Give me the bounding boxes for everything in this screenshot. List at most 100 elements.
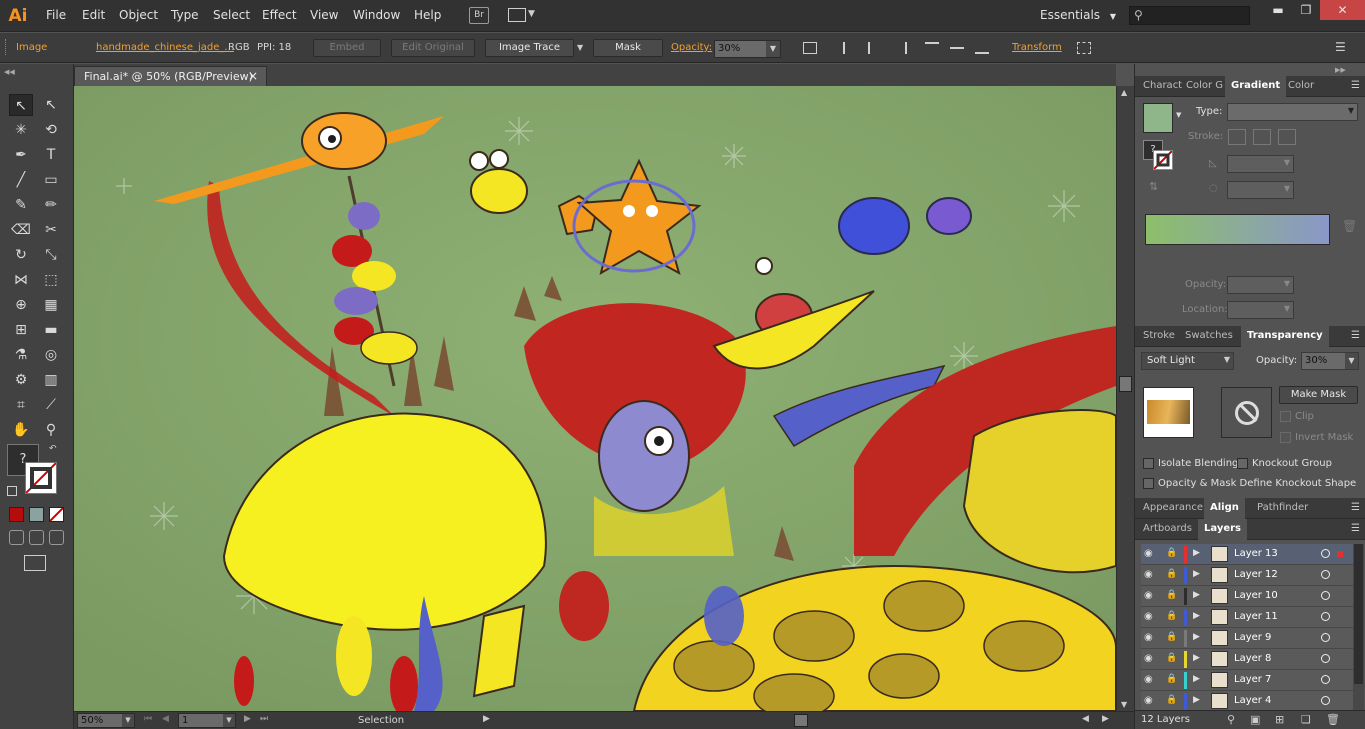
align-center-icon[interactable] <box>868 42 876 54</box>
stroke-swatch[interactable] <box>25 462 57 494</box>
type-tool[interactable]: T <box>39 144 63 166</box>
panel-menu-icon[interactable]: ☰ <box>1335 40 1346 54</box>
rotate-tool[interactable]: ↻ <box>9 244 33 266</box>
aspect-ratio-field[interactable]: ▼ <box>1227 181 1294 199</box>
layer-row[interactable]: ◉ 🔒 ▶ Layer 11 <box>1141 607 1353 628</box>
tab-layers[interactable]: Layers <box>1198 519 1247 540</box>
draw-inside-icon[interactable] <box>49 530 64 545</box>
align-middle-icon[interactable] <box>950 47 964 53</box>
layers-scrollbar[interactable] <box>1353 544 1364 712</box>
eye-icon[interactable]: ◉ <box>1144 695 1153 706</box>
align-right-icon[interactable] <box>893 42 907 54</box>
opacity-label[interactable]: Opacity: <box>671 42 712 53</box>
paintbrush-tool[interactable]: ✎ <box>9 194 33 216</box>
symbol-sprayer-tool[interactable]: ⚙ <box>9 369 33 391</box>
layer-row[interactable]: ◉ 🔒 ▶ Layer 9 <box>1141 628 1353 649</box>
screen-mode-icon[interactable] <box>24 555 46 571</box>
reverse-gradient-icon[interactable]: ⇅ <box>1149 180 1158 193</box>
arrange-documents-icon[interactable] <box>508 8 526 22</box>
eye-icon[interactable]: ◉ <box>1144 548 1153 559</box>
layer-row[interactable]: ◉ 🔒 ▶ Layer 8 <box>1141 649 1353 670</box>
direct-selection-tool[interactable]: ↖ <box>39 94 63 116</box>
default-colors-icon[interactable] <box>7 486 17 496</box>
expand-triangle-icon[interactable]: ▶ <box>1193 653 1200 663</box>
expand-triangle-icon[interactable]: ▶ <box>1193 632 1200 642</box>
expand-triangle-icon[interactable]: ▶ <box>1193 569 1200 579</box>
menu-effect[interactable]: Effect <box>262 8 297 22</box>
mask-button[interactable]: Mask <box>593 39 663 57</box>
mask-thumbnail[interactable] <box>1221 387 1272 438</box>
blend-tool[interactable]: ◎ <box>39 344 63 366</box>
tab-artboards[interactable]: Artboards <box>1137 519 1198 540</box>
stroke-along-icon[interactable] <box>1253 129 1271 145</box>
color-mode-none-button[interactable] <box>49 507 64 522</box>
scroll-up-icon[interactable]: ▲ <box>1121 88 1127 97</box>
maximize-button[interactable]: ❐ <box>1289 0 1323 20</box>
dock-collapse-icon[interactable]: ▶▶ <box>1335 66 1346 74</box>
scale-tool[interactable]: ⤡ <box>39 244 63 266</box>
zoom-field[interactable]: 50% ▼ <box>77 713 135 728</box>
target-circle-icon[interactable] <box>1321 654 1330 663</box>
fill-stroke-widget[interactable]: ? ↶ <box>7 444 63 500</box>
scroll-right-icon[interactable]: ▶ <box>1102 714 1109 724</box>
artboard-tool[interactable]: ⌗ <box>9 394 33 416</box>
blend-mode-select[interactable]: Soft Light ▼ <box>1141 352 1234 370</box>
target-circle-icon[interactable] <box>1321 549 1330 558</box>
menu-select[interactable]: Select <box>213 8 250 22</box>
scissors-tool[interactable]: ✂ <box>39 219 63 241</box>
tab-transparency[interactable]: Transparency <box>1241 326 1329 347</box>
transparency-opacity-field[interactable]: 30% ▼ <box>1301 352 1359 370</box>
pen-tool[interactable]: ✒ <box>9 144 33 166</box>
rectangle-tool[interactable]: ▭ <box>39 169 63 191</box>
panel-menu-icon[interactable]: ☰ <box>1351 330 1360 341</box>
lock-icon[interactable]: 🔒 <box>1166 695 1177 705</box>
search-help-field[interactable]: ⚲ <box>1129 6 1250 25</box>
scroll-thumb[interactable] <box>1119 376 1132 392</box>
menu-object[interactable]: Object <box>119 8 158 22</box>
expand-triangle-icon[interactable]: ▶ <box>1193 674 1200 684</box>
eye-icon[interactable]: ◉ <box>1144 569 1153 580</box>
target-circle-icon[interactable] <box>1321 612 1330 621</box>
fill-stroke-mini[interactable]: ? <box>1143 140 1173 170</box>
selection-tool[interactable]: ↖ <box>9 94 33 116</box>
layer-row[interactable]: ◉ 🔒 ▶ Layer 13 <box>1141 544 1353 565</box>
new-sublayer-icon[interactable]: ⊞ <box>1275 713 1284 726</box>
artboard-canvas[interactable] <box>74 86 1116 711</box>
menu-edit[interactable]: Edit <box>82 8 105 22</box>
align-bottom-icon[interactable] <box>975 42 989 54</box>
opacity-mask-knockout-checkbox[interactable] <box>1143 478 1154 489</box>
stroke-within-icon[interactable] <box>1228 129 1246 145</box>
gradient-slider[interactable] <box>1145 214 1330 245</box>
artboard-field[interactable]: 1 ▼ <box>178 713 236 728</box>
panel-collapse-icon[interactable]: ◀◀ <box>4 68 15 76</box>
location-field[interactable]: ▼ <box>1227 301 1294 319</box>
isolate-icon[interactable] <box>1077 42 1091 54</box>
tab-gradient[interactable]: Gradient <box>1225 76 1287 97</box>
close-tab-icon[interactable]: × <box>248 69 258 83</box>
object-type-label[interactable]: Image <box>16 42 47 53</box>
tab-appearance[interactable]: Appearance <box>1137 498 1209 519</box>
status-menu-icon[interactable]: ▶ <box>483 714 490 724</box>
slice-tool[interactable]: ⟋ <box>39 394 63 416</box>
eyedropper-tool[interactable]: ⚗ <box>9 344 33 366</box>
stroke-across-icon[interactable] <box>1278 129 1296 145</box>
blob-brush-tool[interactable]: ⌫ <box>9 219 33 241</box>
clip-checkbox[interactable] <box>1280 411 1291 422</box>
color-mode-gradient-button[interactable] <box>29 507 44 522</box>
scroll-left-icon[interactable]: ◀ <box>1082 714 1089 724</box>
close-button[interactable]: ✕ <box>1320 0 1365 20</box>
pencil-tool[interactable]: ✏ <box>39 194 63 216</box>
lasso-tool[interactable]: ⟲ <box>39 119 63 141</box>
hand-tool[interactable]: ✋ <box>9 419 33 441</box>
menu-view[interactable]: View <box>310 8 338 22</box>
stroke-swatch[interactable] <box>1153 150 1173 170</box>
selection-indicator[interactable] <box>1337 551 1343 557</box>
scroll-down-icon[interactable]: ▼ <box>1121 700 1127 709</box>
embed-button[interactable]: Embed <box>313 39 381 57</box>
lock-icon[interactable]: 🔒 <box>1166 611 1177 621</box>
shape-builder-tool[interactable]: ⊕ <box>9 294 33 316</box>
angle-field[interactable]: ▼ <box>1227 155 1294 173</box>
first-artboard-icon[interactable]: ⏮ <box>144 714 152 724</box>
lock-icon[interactable]: 🔒 <box>1166 590 1177 600</box>
target-circle-icon[interactable] <box>1321 591 1330 600</box>
